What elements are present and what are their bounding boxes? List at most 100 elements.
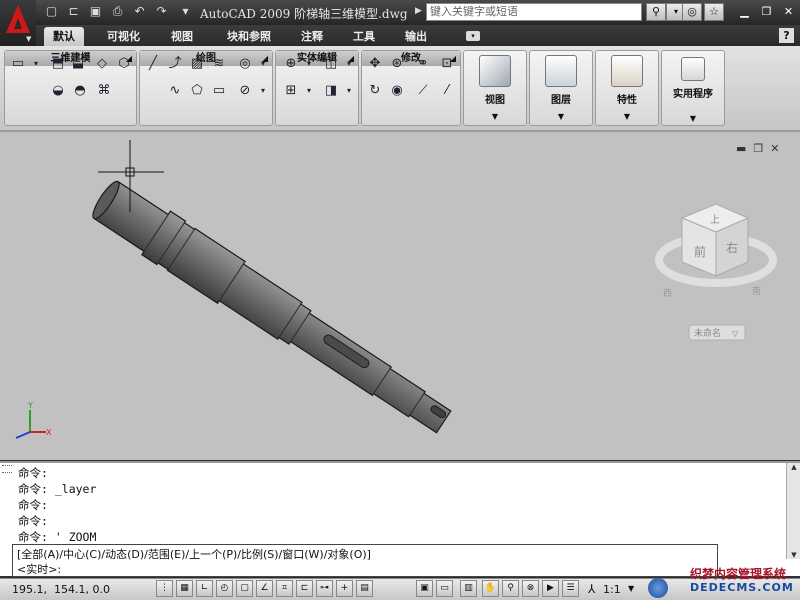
open-folder-icon[interactable]: ⊏: [66, 4, 81, 19]
polygon-icon[interactable]: ⬠: [188, 82, 206, 99]
model-space-icon[interactable]: ▣: [416, 580, 433, 597]
quick-properties-icon[interactable]: ▤: [356, 580, 373, 597]
chevron-down-icon: ▼: [491, 112, 499, 121]
extrude-icon[interactable]: ⬒: [49, 55, 67, 72]
utilities-button[interactable]: 实用程序 ▼: [661, 50, 725, 126]
steering-wheel-icon[interactable]: ⊗: [522, 580, 539, 597]
application-menu-button[interactable]: ▼: [0, 0, 36, 47]
quick-view-icon[interactable]: ▥: [460, 580, 477, 597]
chevron-down-icon[interactable]: ▾: [300, 82, 318, 99]
ribbon-minimize-icon[interactable]: ▾: [466, 31, 480, 41]
tab-visualize[interactable]: 可视化: [98, 27, 149, 46]
chevron-down-icon[interactable]: ▾: [254, 82, 272, 99]
ucs-menu[interactable]: 未命名 ▽: [688, 324, 746, 341]
stepped-shaft-3d-model[interactable]: [87, 175, 458, 444]
polysolid-icon[interactable]: ◇: [93, 55, 111, 72]
rotate-icon[interactable]: ↻: [366, 82, 384, 99]
print-icon[interactable]: ⎙: [110, 4, 125, 19]
close-icon[interactable]: ✕: [780, 4, 797, 20]
hatch-icon[interactable]: ▨: [188, 55, 206, 72]
chevron-down-icon[interactable]: ▾: [340, 82, 358, 99]
tab-blocks-references[interactable]: 块和参照: [218, 27, 280, 46]
ellipse-icon[interactable]: ◎: [236, 55, 254, 72]
zoom-icon[interactable]: ⚲: [502, 580, 519, 597]
chevron-down-icon[interactable]: ▾: [27, 55, 45, 72]
lineweight-icon[interactable]: +: [336, 580, 353, 597]
rectangle-icon[interactable]: ▭: [210, 82, 228, 99]
command-scrollbar[interactable]: ▲ ▼: [786, 463, 800, 559]
command-input[interactable]: [全部(A)/中心(C)/动态(D)/范围(E)/上一个(P)/比例(S)/窗口…: [12, 544, 718, 577]
panel-expand-icon[interactable]: ◢: [450, 51, 456, 66]
tab-view[interactable]: 视图: [162, 27, 202, 46]
panel-expand-icon[interactable]: ◢: [126, 51, 132, 66]
quick-access-dropdown-icon[interactable]: ▾: [178, 4, 193, 19]
box-solid-icon[interactable]: ▭: [9, 55, 27, 72]
polyline-icon[interactable]: ⤴: [166, 55, 184, 72]
chevron-down-icon[interactable]: ▼: [628, 584, 634, 593]
save-icon[interactable]: ▣: [88, 4, 103, 19]
layers-button[interactable]: 图层 ▼: [529, 50, 593, 126]
redo-icon[interactable]: ↷: [154, 4, 169, 19]
favorites-star-icon[interactable]: ☆: [704, 3, 724, 21]
tab-home[interactable]: 默认: [44, 27, 84, 46]
helix-icon[interactable]: ⌘: [95, 82, 113, 99]
help-button[interactable]: ?: [779, 28, 794, 43]
scroll-up-icon[interactable]: ▲: [787, 463, 800, 471]
spline-coil-icon[interactable]: ≋: [210, 55, 228, 72]
search-input[interactable]: 键入关键字或短语: [426, 3, 642, 21]
chevron-down-icon: ▼: [26, 35, 32, 43]
annotation-scale-icon[interactable]: ⅄: [588, 582, 595, 596]
fillet-icon[interactable]: ⟋: [414, 82, 432, 99]
viewcube[interactable]: 上 前 右 西 南: [655, 203, 777, 299]
panel-expand-icon[interactable]: ◢: [348, 51, 354, 66]
new-file-icon[interactable]: ▢: [44, 4, 59, 19]
tab-output[interactable]: 输出: [396, 27, 436, 46]
scale-icon[interactable]: ⁄: [438, 82, 456, 99]
scroll-down-icon[interactable]: ▼: [787, 551, 800, 559]
revolve-icon[interactable]: ◒: [49, 82, 67, 99]
loft-icon[interactable]: ◓: [71, 82, 89, 99]
communication-center-icon[interactable]: ◎: [682, 3, 702, 21]
showmotion-icon[interactable]: ▶: [542, 580, 559, 597]
snap-mode-icon[interactable]: ⋮: [156, 580, 173, 597]
show-lineweight-icon[interactable]: ⊶: [316, 580, 333, 597]
separate-icon[interactable]: ◨: [322, 82, 340, 99]
3d-mirror-icon[interactable]: ◉: [388, 82, 406, 99]
pan-icon[interactable]: ✋: [482, 580, 499, 597]
extrude-faces-icon[interactable]: ◫: [322, 55, 340, 72]
imprint-icon[interactable]: ⊞: [282, 82, 300, 99]
circle-icon[interactable]: ⊘: [236, 82, 254, 99]
view-button[interactable]: 视图 ▼: [463, 50, 527, 126]
annotation-visibility-icon[interactable]: ☰: [562, 580, 579, 597]
search-icon[interactable]: ⚲: [646, 3, 666, 21]
panel-expand-icon[interactable]: ◢: [262, 51, 268, 66]
3d-align-icon[interactable]: ⚭: [414, 55, 432, 72]
grip-icon[interactable]: [2, 465, 12, 473]
spline-icon[interactable]: ∿: [166, 82, 184, 99]
line-icon[interactable]: ╱: [144, 55, 162, 72]
undo-icon[interactable]: ↶: [132, 4, 147, 19]
tab-annotate[interactable]: 注释: [292, 27, 332, 46]
presspull-icon[interactable]: ⬓: [69, 55, 87, 72]
3d-rotate-icon[interactable]: ⊛: [388, 55, 406, 72]
object-snap-icon[interactable]: ▢: [236, 580, 253, 597]
object-snap-tracking-icon[interactable]: ∠: [256, 580, 273, 597]
restore-icon[interactable]: ❐: [758, 4, 775, 20]
chevron-down-icon[interactable]: ▾: [300, 55, 318, 72]
dynamic-ucs-icon[interactable]: ⌗: [276, 580, 293, 597]
viewcube-top-label: 上: [710, 214, 720, 226]
minimize-icon[interactable]: ▁: [736, 4, 753, 20]
properties-button[interactable]: 特性 ▼: [595, 50, 659, 126]
grid-display-icon[interactable]: ▦: [176, 580, 193, 597]
watermark-url: DEDECMS.COM: [690, 581, 794, 594]
dynamic-input-icon[interactable]: ⊏: [296, 580, 313, 597]
ortho-mode-icon[interactable]: ∟: [196, 580, 213, 597]
layout-icon[interactable]: ▭: [436, 580, 453, 597]
viewport-canvas[interactable]: Y X 上 前 右 西 南 未命名 ▽: [0, 132, 800, 460]
polar-tracking-icon[interactable]: ◴: [216, 580, 233, 597]
union-icon[interactable]: ⊕: [282, 55, 300, 72]
tab-tools[interactable]: 工具: [344, 27, 384, 46]
workspace-globe-icon[interactable]: [648, 578, 668, 598]
move-icon[interactable]: ✥: [366, 55, 384, 72]
annotation-scale[interactable]: 1:1: [603, 583, 621, 596]
